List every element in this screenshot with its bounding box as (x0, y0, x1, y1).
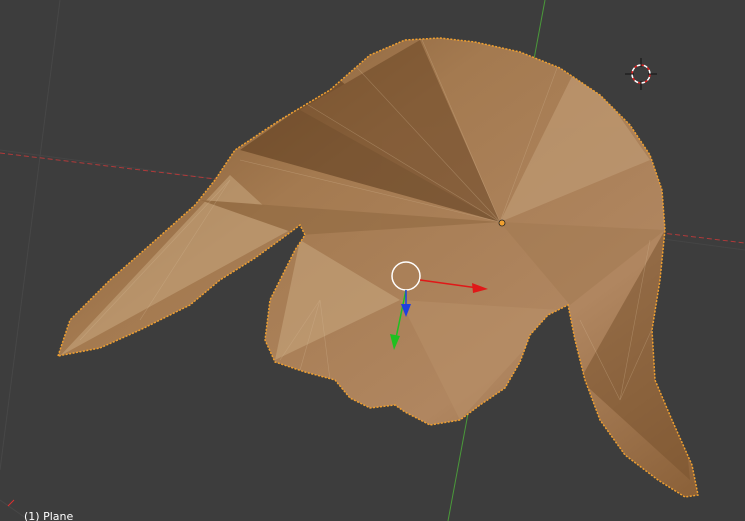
object-origin-icon[interactable] (498, 219, 506, 227)
object-info-label: (1) Plane (24, 510, 74, 521)
viewport-scene[interactable] (0, 0, 745, 521)
axis-widget-icon (7, 499, 15, 507)
plane-mesh[interactable] (56, 35, 699, 498)
3d-cursor-icon[interactable] (625, 58, 657, 90)
3d-viewport[interactable]: (1) Plane (0, 0, 745, 521)
grid-line (0, 0, 61, 471)
